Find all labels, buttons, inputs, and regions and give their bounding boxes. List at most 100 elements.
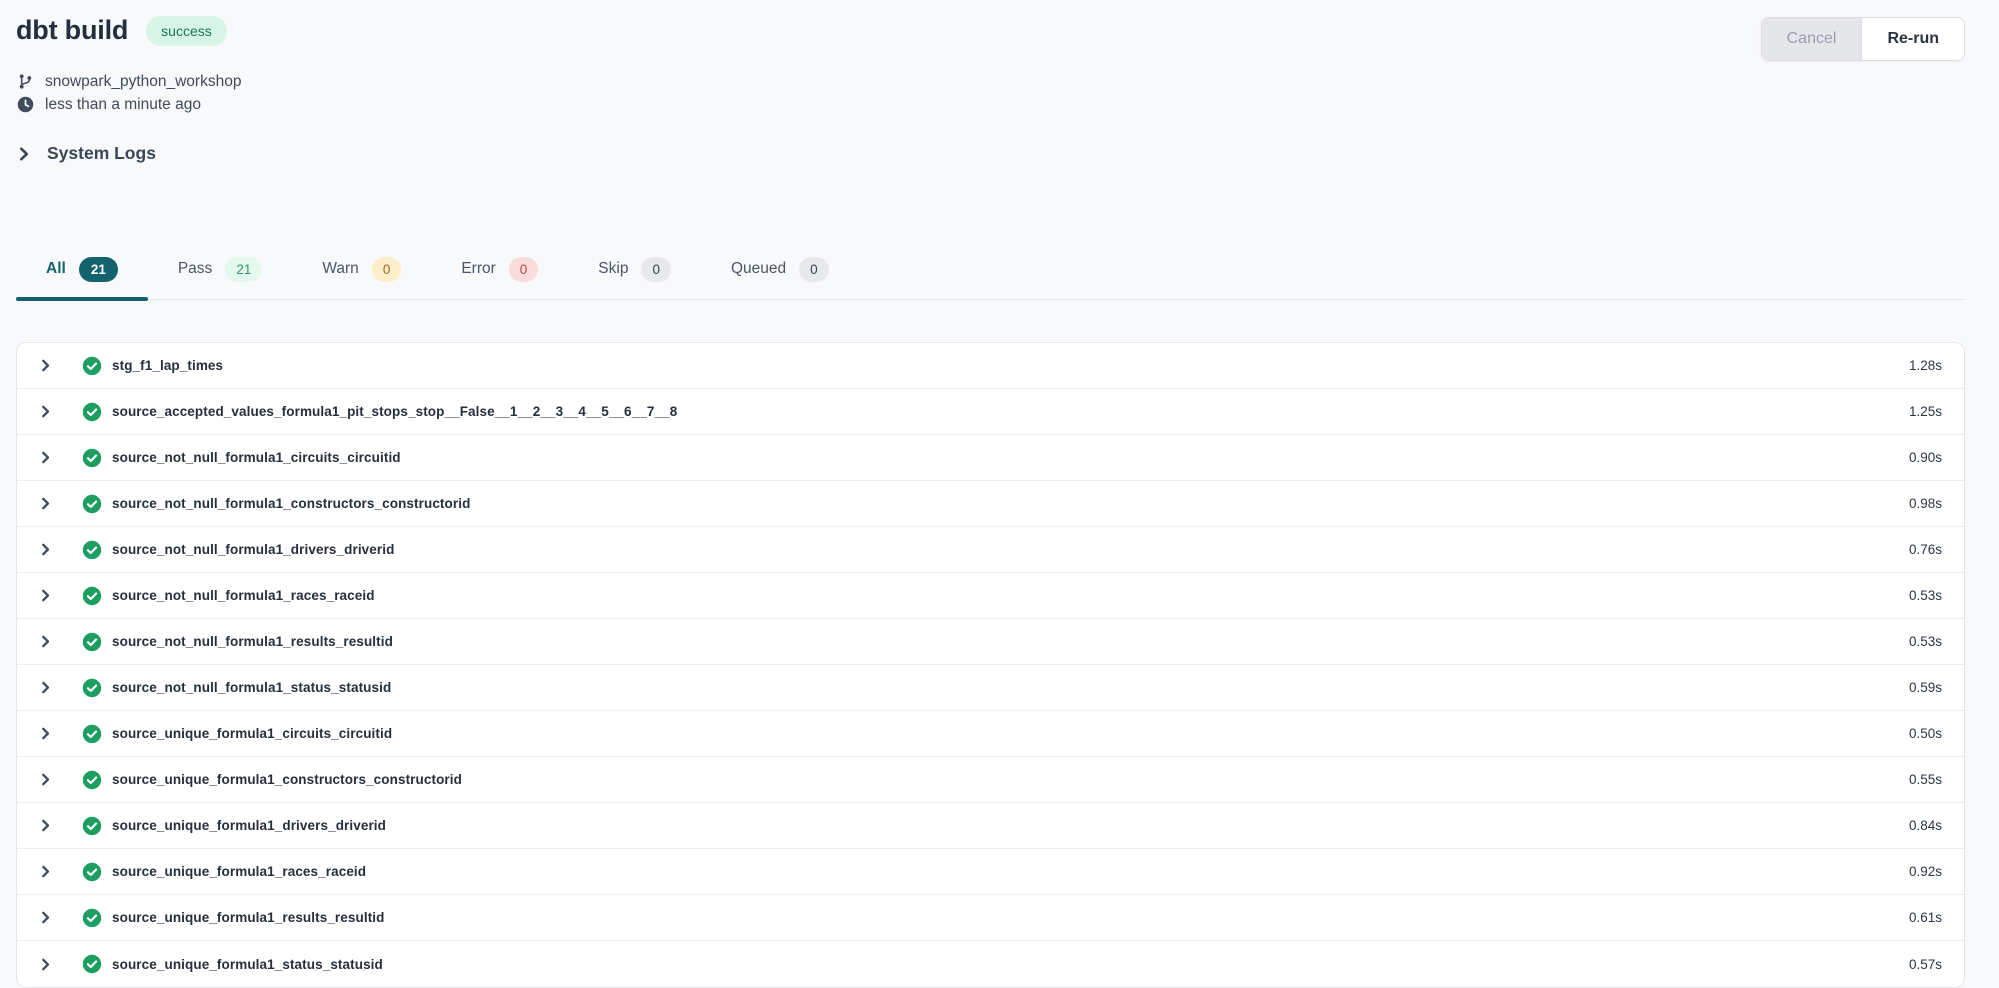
tab-count-badge: 21 [225,257,262,283]
expand-row-button[interactable] [33,358,57,373]
result-row[interactable]: stg_f1_lap_times 1.28s [17,343,1964,389]
branch-row: snowpark_python_workshop [16,70,1965,93]
expand-row-button[interactable] [33,772,57,787]
chevron-right-icon [38,726,53,741]
expand-row-button[interactable] [33,588,57,603]
check-circle-icon [82,586,102,606]
chevron-right-icon [16,146,32,162]
check-circle-icon [82,540,102,560]
result-name: source_accepted_values_formula1_pit_stop… [112,404,677,419]
result-name: source_not_null_formula1_constructors_co… [112,496,470,511]
check-circle-icon [82,448,102,468]
expand-row-button[interactable] [33,680,57,695]
result-row[interactable]: source_not_null_formula1_races_raceid 0.… [17,573,1964,619]
expand-row-button[interactable] [33,726,57,741]
result-duration: 0.55s [1909,772,1942,787]
result-duration: 0.61s [1909,910,1942,925]
system-logs-label: System Logs [47,143,156,164]
result-duration: 0.90s [1909,450,1942,465]
result-name: source_not_null_formula1_results_resulti… [112,634,393,649]
header: dbt build success Cancel Re-run [16,15,1965,61]
tab-all[interactable]: All 21 [16,249,148,300]
result-row[interactable]: source_unique_formula1_status_statusid 0… [17,941,1964,987]
expand-row-button[interactable] [33,910,57,925]
tab-skip[interactable]: Skip 0 [568,249,701,300]
result-duration: 0.53s [1909,634,1942,649]
expand-row-button[interactable] [33,542,57,557]
result-duration: 1.25s [1909,404,1942,419]
time-row: less than a minute ago [16,93,1965,116]
system-logs-toggle[interactable]: System Logs [16,143,156,164]
chevron-right-icon [38,818,53,833]
time-ago: less than a minute ago [45,96,201,114]
result-row[interactable]: source_not_null_formula1_results_resulti… [17,619,1964,665]
chevron-right-icon [38,634,53,649]
tab-count-badge: 0 [372,257,402,283]
chevron-right-icon [38,910,53,925]
result-row[interactable]: source_unique_formula1_circuits_circuiti… [17,711,1964,757]
expand-row-button[interactable] [33,864,57,879]
result-duration: 0.50s [1909,726,1942,741]
chevron-right-icon [38,864,53,879]
check-circle-icon [82,816,102,836]
check-circle-icon [82,770,102,790]
chevron-right-icon [38,680,53,695]
result-name: stg_f1_lap_times [112,358,223,373]
tab-label: Skip [598,260,628,278]
result-row[interactable]: source_unique_formula1_drivers_driverid … [17,803,1964,849]
tab-count-badge: 0 [641,257,671,283]
chevron-right-icon [38,358,53,373]
result-duration: 0.76s [1909,542,1942,557]
result-row[interactable]: source_not_null_formula1_constructors_co… [17,481,1964,527]
clock-icon [16,96,34,113]
result-name: source_not_null_formula1_circuits_circui… [112,450,401,465]
check-circle-icon [82,862,102,882]
run-detail-page: dbt build success Cancel Re-run snowpark… [0,0,1999,988]
chevron-right-icon [38,542,53,557]
result-name: source_not_null_formula1_races_raceid [112,588,375,603]
result-duration: 0.92s [1909,864,1942,879]
tab-label: Queued [731,260,786,278]
tabs: All 21 Pass 21 Warn 0 Error 0 Skip 0 Que… [16,249,1965,301]
tab-label: Warn [322,260,358,278]
tab-count-badge: 0 [509,257,539,283]
tab-count-badge: 21 [79,257,118,283]
result-name: source_unique_formula1_circuits_circuiti… [112,726,392,741]
result-duration: 0.98s [1909,496,1942,511]
result-name: source_unique_formula1_races_raceid [112,864,366,879]
tab-pass[interactable]: Pass 21 [148,249,293,300]
page-title: dbt build [16,15,128,46]
check-circle-icon [82,494,102,514]
tab-label: All [46,260,66,278]
expand-row-button[interactable] [33,404,57,419]
tab-label: Pass [178,260,212,278]
result-name: source_not_null_formula1_drivers_driveri… [112,542,394,557]
result-row[interactable]: source_unique_formula1_constructors_cons… [17,757,1964,803]
rerun-button[interactable]: Re-run [1862,18,1964,60]
expand-row-button[interactable] [33,450,57,465]
branch-name: snowpark_python_workshop [45,73,241,91]
tab-warn[interactable]: Warn 0 [292,249,431,300]
result-name: source_unique_formula1_results_resultid [112,910,385,925]
chevron-right-icon [38,496,53,511]
check-circle-icon [82,402,102,422]
tab-queued[interactable]: Queued 0 [701,249,859,300]
run-meta: snowpark_python_workshop less than a min… [16,70,1965,116]
result-row[interactable]: source_not_null_formula1_drivers_driveri… [17,527,1964,573]
result-name: source_not_null_formula1_status_statusid [112,680,391,695]
result-row[interactable]: source_not_null_formula1_status_statusid… [17,665,1964,711]
result-row[interactable]: source_unique_formula1_races_raceid 0.92… [17,849,1964,895]
results-list: stg_f1_lap_times 1.28s source_accepted_v… [16,342,1965,988]
result-row[interactable]: source_unique_formula1_results_resultid … [17,895,1964,941]
expand-row-button[interactable] [33,496,57,511]
chevron-right-icon [38,588,53,603]
result-row[interactable]: source_not_null_formula1_circuits_circui… [17,435,1964,481]
expand-row-button[interactable] [33,818,57,833]
expand-row-button[interactable] [33,634,57,649]
result-row[interactable]: source_accepted_values_formula1_pit_stop… [17,389,1964,435]
chevron-right-icon [38,772,53,787]
tab-count-badge: 0 [799,257,829,283]
tab-error[interactable]: Error 0 [431,249,568,300]
check-circle-icon [82,356,102,376]
cancel-button[interactable]: Cancel [1762,18,1863,60]
